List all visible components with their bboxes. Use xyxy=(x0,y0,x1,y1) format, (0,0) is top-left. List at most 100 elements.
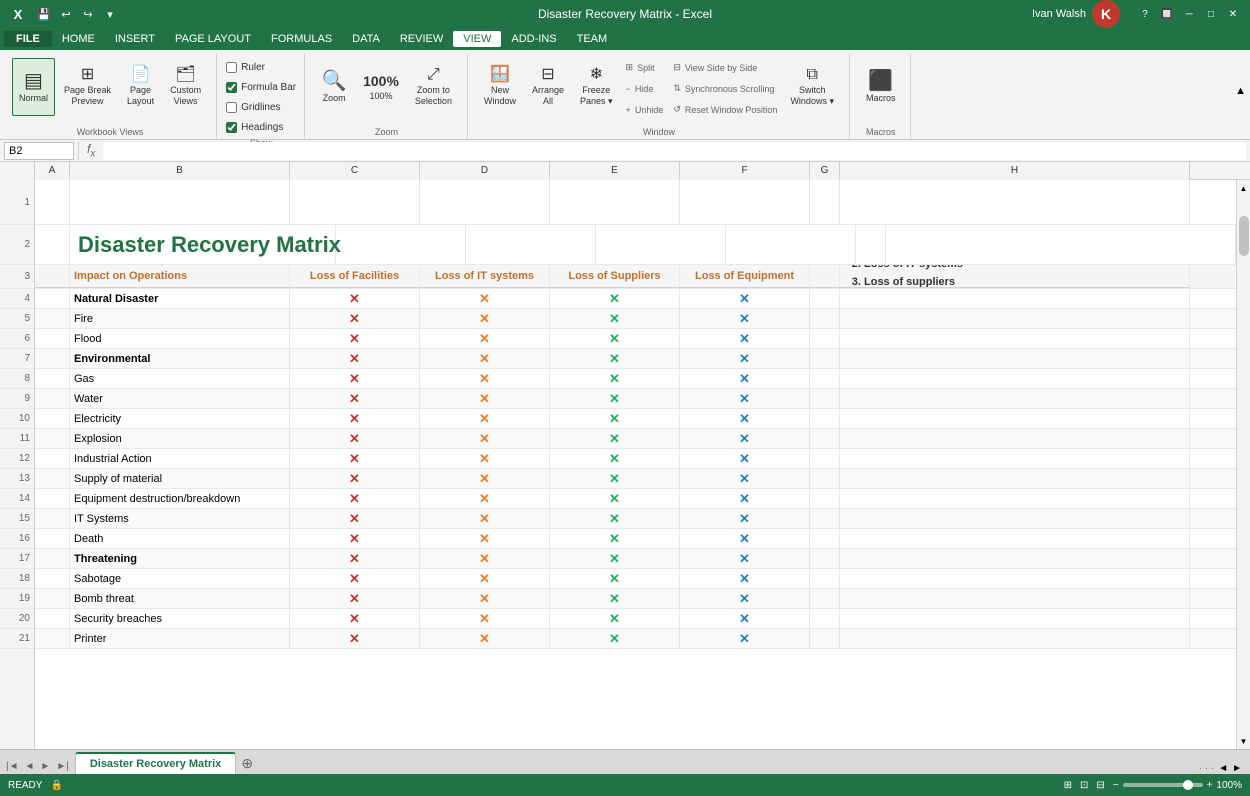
cell-14c[interactable]: ✕ xyxy=(290,489,420,508)
cell-6c[interactable]: ✕ xyxy=(290,329,420,348)
ruler-checkbox[interactable] xyxy=(226,62,237,73)
cell-17f[interactable]: ✕ xyxy=(680,549,810,568)
cell-9g[interactable] xyxy=(810,389,840,408)
scroll-down-button[interactable]: ▼ xyxy=(1240,733,1248,749)
custom-views-button[interactable]: 🗂 CustomViews xyxy=(163,58,208,116)
cell-18g[interactable] xyxy=(810,569,840,588)
tab-nav-prev[interactable]: ◄ xyxy=(23,759,37,774)
cell-3b[interactable]: Impact on Operations xyxy=(70,265,290,288)
close-button[interactable]: ✕ xyxy=(1224,5,1242,23)
col-header-g[interactable]: G xyxy=(810,162,840,180)
cell-21c[interactable]: ✕ xyxy=(290,629,420,648)
cell-8b[interactable]: Gas xyxy=(70,369,290,388)
cell-5g[interactable] xyxy=(810,309,840,328)
cell-4f[interactable]: ✕ xyxy=(680,289,810,308)
cell-11g[interactable] xyxy=(810,429,840,448)
maximize-button[interactable]: □ xyxy=(1202,5,1220,23)
cell-9c[interactable]: ✕ xyxy=(290,389,420,408)
page-layout-status-button[interactable]: ⊡ xyxy=(1078,778,1090,793)
cell-14d[interactable]: ✕ xyxy=(420,489,550,508)
cell-10e[interactable]: ✕ xyxy=(550,409,680,428)
cell-7a[interactable] xyxy=(35,349,70,368)
cell-10a[interactable] xyxy=(35,409,70,428)
help-button[interactable]: ? xyxy=(1136,5,1154,23)
cell-18d[interactable]: ✕ xyxy=(420,569,550,588)
tab-nav-last[interactable]: ►| xyxy=(54,759,71,774)
switch-windows-button[interactable]: ⧉ SwitchWindows ▾ xyxy=(783,58,841,116)
cell-9e[interactable]: ✕ xyxy=(550,389,680,408)
cell-14a[interactable] xyxy=(35,489,70,508)
cell-11b[interactable]: Explosion xyxy=(70,429,290,448)
col-header-e[interactable]: E xyxy=(550,162,680,180)
cell-9d[interactable]: ✕ xyxy=(420,389,550,408)
cell-15g[interactable] xyxy=(810,509,840,528)
cell-18c[interactable]: ✕ xyxy=(290,569,420,588)
cell-13h[interactable] xyxy=(840,469,1190,488)
cell-19c[interactable]: ✕ xyxy=(290,589,420,608)
headings-checkbox[interactable] xyxy=(226,122,237,133)
cell-11f[interactable]: ✕ xyxy=(680,429,810,448)
cell-13a[interactable] xyxy=(35,469,70,488)
cell-7c[interactable]: ✕ xyxy=(290,349,420,368)
zoom-selection-button[interactable]: ⤢ Zoom toSelection xyxy=(408,58,459,116)
cell-8a[interactable] xyxy=(35,369,70,388)
formula-input[interactable] xyxy=(103,142,1246,160)
cell-13f[interactable]: ✕ xyxy=(680,469,810,488)
col-header-b[interactable]: B xyxy=(70,162,290,180)
cell-12h[interactable] xyxy=(840,449,1190,468)
cell-20h[interactable] xyxy=(840,609,1190,628)
formulabar-checkbox[interactable] xyxy=(226,82,237,93)
menu-formulas[interactable]: FORMULAS xyxy=(261,31,342,47)
cell-7e[interactable]: ✕ xyxy=(550,349,680,368)
cell-4a[interactable] xyxy=(35,289,70,308)
menu-home[interactable]: HOME xyxy=(52,31,105,47)
cell-5h[interactable] xyxy=(840,309,1190,328)
cell-2b[interactable]: Disaster Recovery Matrix xyxy=(70,225,336,264)
cell-11a[interactable] xyxy=(35,429,70,448)
cell-8g[interactable] xyxy=(810,369,840,388)
view-side-by-side-button[interactable]: ⊟ View Side by Side xyxy=(669,58,781,77)
cell-1g[interactable] xyxy=(810,180,840,224)
cell-21b[interactable]: Printer xyxy=(70,629,290,648)
vertical-scrollbar[interactable]: ▲ ▼ xyxy=(1236,180,1250,749)
menu-team[interactable]: TEAM xyxy=(567,31,618,47)
cell-20g[interactable] xyxy=(810,609,840,628)
cell-1a[interactable] xyxy=(35,180,70,224)
cell-12c[interactable]: ✕ xyxy=(290,449,420,468)
cell-7g[interactable] xyxy=(810,349,840,368)
scrollbar-thumb[interactable] xyxy=(1239,216,1249,256)
save-button[interactable]: 💾 xyxy=(34,4,54,24)
cell-21d[interactable]: ✕ xyxy=(420,629,550,648)
cell-14f[interactable]: ✕ xyxy=(680,489,810,508)
cell-2d[interactable] xyxy=(466,225,596,264)
unhide-button[interactable]: + Unhide xyxy=(622,100,668,119)
cell-4g[interactable] xyxy=(810,289,840,308)
cell-10h[interactable] xyxy=(840,409,1190,428)
cell-8f[interactable]: ✕ xyxy=(680,369,810,388)
cell-7f[interactable]: ✕ xyxy=(680,349,810,368)
cell-2a[interactable] xyxy=(35,225,70,264)
cell-12e[interactable]: ✕ xyxy=(550,449,680,468)
cell-21f[interactable]: ✕ xyxy=(680,629,810,648)
cell-11d[interactable]: ✕ xyxy=(420,429,550,448)
ribbon-collapse-button[interactable]: ▲ xyxy=(1235,54,1246,139)
menu-review[interactable]: REVIEW xyxy=(390,31,453,47)
cell-14g[interactable] xyxy=(810,489,840,508)
col-header-d[interactable]: D xyxy=(420,162,550,180)
cell-13e[interactable]: ✕ xyxy=(550,469,680,488)
menu-addins[interactable]: ADD-INS xyxy=(501,31,566,47)
normal-view-button[interactable]: ▤ Normal xyxy=(12,58,55,116)
new-window-button[interactable]: 🪟 NewWindow xyxy=(477,58,523,116)
cell-21g[interactable] xyxy=(810,629,840,648)
redo-button[interactable]: ↪ xyxy=(78,4,98,24)
cell-16c[interactable]: ✕ xyxy=(290,529,420,548)
cell-19g[interactable] xyxy=(810,589,840,608)
cell-14h[interactable] xyxy=(840,489,1190,508)
cell-3a[interactable] xyxy=(35,265,70,288)
cell-13c[interactable]: ✕ xyxy=(290,469,420,488)
zoom-button[interactable]: 🔍 Zoom xyxy=(314,58,354,116)
col-header-a[interactable]: A xyxy=(35,162,70,180)
cell-6d[interactable]: ✕ xyxy=(420,329,550,348)
cell-3c[interactable]: Loss of Facilities xyxy=(290,265,420,288)
cell-21a[interactable] xyxy=(35,629,70,648)
